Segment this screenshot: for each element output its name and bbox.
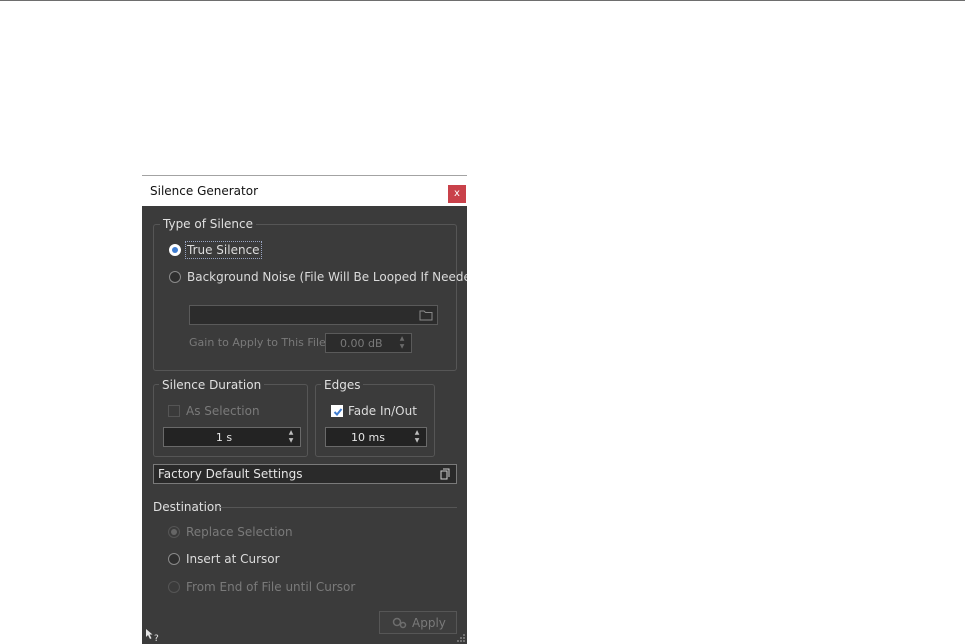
apply-label: Apply [412, 616, 446, 630]
from-end-of-file-radio[interactable] [168, 581, 180, 593]
folder-icon[interactable] [419, 309, 433, 321]
destination-divider [220, 507, 457, 508]
svg-text:?: ? [154, 634, 159, 642]
close-icon: x [454, 188, 460, 199]
dialog-titlebar[interactable]: Silence Generator x [142, 175, 467, 206]
destination-title: Destination [153, 500, 222, 514]
insert-at-cursor-label[interactable]: Insert at Cursor [186, 552, 280, 566]
from-end-of-file-label[interactable]: From End of File until Cursor [186, 580, 355, 594]
gain-label: Gain to Apply to This File [189, 336, 326, 349]
duration-spin-icon[interactable]: ▲ ▼ [287, 429, 295, 445]
dialog-body: Type of Silence True Silence Background … [142, 206, 467, 644]
true-silence-radio[interactable] [169, 244, 181, 256]
gain-value: 0.00 dB [340, 337, 383, 350]
duration-value: 1 s [215, 431, 233, 444]
fade-in-out-label[interactable]: Fade In/Out [348, 404, 417, 418]
type-of-silence-title: Type of Silence [160, 217, 257, 231]
background-noise-label[interactable]: Background Noise (File Will Be Looped If… [187, 270, 467, 284]
check-icon [333, 408, 343, 416]
fade-in-out-checkbox[interactable] [331, 405, 343, 417]
fade-spin-icon[interactable]: ▲ ▼ [413, 429, 421, 445]
preset-label: Factory Default Settings [158, 467, 303, 481]
edges-title: Edges [321, 378, 364, 392]
apply-button[interactable]: Apply [379, 611, 457, 634]
window-top-border [0, 0, 965, 1]
silence-generator-dialog: Silence Generator x Type of Silence True… [142, 175, 467, 644]
as-selection-label[interactable]: As Selection [186, 404, 260, 418]
replace-selection-radio[interactable] [168, 526, 180, 538]
preset-selector[interactable]: Factory Default Settings [153, 464, 457, 484]
duration-stepper[interactable]: 1 s ▲ ▼ [163, 427, 301, 447]
close-button[interactable]: x [448, 185, 466, 203]
as-selection-checkbox[interactable] [168, 405, 180, 417]
background-noise-radio[interactable] [169, 271, 181, 283]
resize-grip-icon[interactable] [456, 633, 466, 643]
gears-icon [392, 617, 407, 629]
dialog-title: Silence Generator [150, 184, 259, 198]
gain-spin-icon[interactable]: ▲ ▼ [398, 335, 406, 351]
true-silence-label[interactable]: True Silence [185, 241, 262, 259]
gain-stepper[interactable]: 0.00 dB ▲ ▼ [325, 333, 412, 353]
insert-at-cursor-radio[interactable] [168, 553, 180, 565]
replace-selection-label[interactable]: Replace Selection [186, 525, 293, 539]
silence-duration-title: Silence Duration [159, 378, 265, 392]
preset-menu-icon[interactable] [438, 467, 452, 481]
help-pointer-icon[interactable]: ? [145, 628, 161, 642]
noise-file-field[interactable] [189, 305, 438, 325]
fade-stepper[interactable]: 10 ms ▲ ▼ [325, 427, 427, 447]
fade-value: 10 ms [351, 431, 385, 444]
